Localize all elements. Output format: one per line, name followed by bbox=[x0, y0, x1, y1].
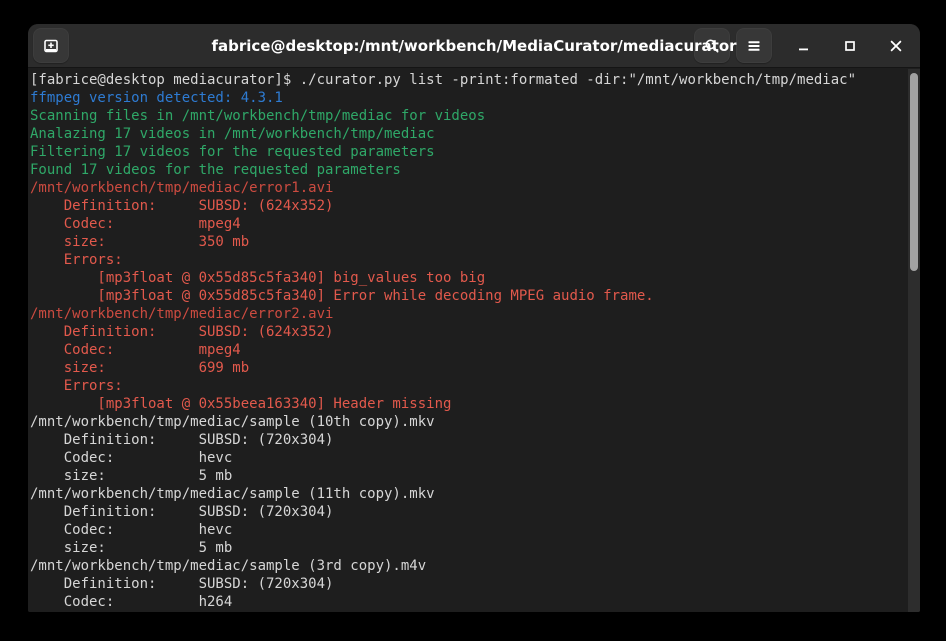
terminal-window: fabrice@desktop:/mnt/workbench/MediaCura… bbox=[28, 24, 920, 612]
terminal-line: Found 17 videos for the requested parame… bbox=[30, 161, 906, 179]
terminal-line: Definition: SUBSD: (720x304) bbox=[30, 575, 906, 593]
terminal-line: /mnt/workbench/tmp/mediac/error1.avi bbox=[30, 179, 906, 197]
terminal-line: /mnt/workbench/tmp/mediac/sample (3rd co… bbox=[30, 557, 906, 575]
terminal-line: /mnt/workbench/tmp/mediac/sample (11th c… bbox=[30, 485, 906, 503]
terminal-line: [mp3float @ 0x55d85c5fa340] big_values t… bbox=[30, 269, 906, 287]
terminal-line: [fabrice@desktop mediacurator]$ ./curato… bbox=[30, 71, 906, 89]
minimize-icon bbox=[797, 39, 811, 53]
terminal-line: Codec: hevc bbox=[30, 449, 906, 467]
terminal-line: Codec: mpeg4 bbox=[30, 215, 906, 233]
close-icon bbox=[889, 39, 903, 53]
terminal-line: Codec: mpeg4 bbox=[30, 341, 906, 359]
terminal-line: Definition: SUBSD: (720x304) bbox=[30, 503, 906, 521]
new-tab-icon bbox=[42, 37, 60, 55]
terminal-line: Definition: SUBSD: (624x352) bbox=[30, 197, 906, 215]
terminal-output[interactable]: [fabrice@desktop mediacurator]$ ./curato… bbox=[28, 69, 920, 612]
search-button[interactable] bbox=[694, 28, 730, 63]
terminal-line: Errors: bbox=[30, 251, 906, 269]
terminal-line: ffmpeg version detected: 4.3.1 bbox=[30, 89, 906, 107]
close-button[interactable] bbox=[882, 32, 910, 60]
search-icon bbox=[704, 38, 720, 54]
scrollbar[interactable] bbox=[908, 69, 920, 612]
menu-icon bbox=[747, 39, 761, 53]
terminal-line: /mnt/workbench/tmp/mediac/sample (10th c… bbox=[30, 413, 906, 431]
scrollbar-thumb[interactable] bbox=[910, 73, 918, 271]
terminal-lines: [fabrice@desktop mediacurator]$ ./curato… bbox=[30, 71, 906, 612]
titlebar: fabrice@desktop:/mnt/workbench/MediaCura… bbox=[28, 24, 920, 68]
headerbar-right bbox=[694, 28, 910, 63]
terminal-line: Definition: SUBSD: (624x352) bbox=[30, 323, 906, 341]
minimize-button[interactable] bbox=[790, 32, 818, 60]
new-tab-button[interactable] bbox=[33, 28, 69, 63]
maximize-icon bbox=[843, 39, 857, 53]
terminal-line: size: 350 mb bbox=[30, 233, 906, 251]
terminal-line: [mp3float @ 0x55beea163340] Header missi… bbox=[30, 395, 906, 413]
terminal-line: Codec: hevc bbox=[30, 521, 906, 539]
terminal-line: Definition: SUBSD: (720x304) bbox=[30, 431, 906, 449]
terminal-line: Analazing 17 videos in /mnt/workbench/tm… bbox=[30, 125, 906, 143]
terminal-line: Codec: h264 bbox=[30, 593, 906, 611]
maximize-button[interactable] bbox=[836, 32, 864, 60]
terminal-line: Scanning files in /mnt/workbench/tmp/med… bbox=[30, 107, 906, 125]
terminal-line: Errors: bbox=[30, 377, 906, 395]
terminal-line: Filtering 17 videos for the requested pa… bbox=[30, 143, 906, 161]
terminal-line: size: 699 mb bbox=[30, 359, 906, 377]
terminal-line: size: 5 mb bbox=[30, 539, 906, 557]
terminal-line: size: 5 mb bbox=[30, 467, 906, 485]
terminal-line: /mnt/workbench/tmp/mediac/error2.avi bbox=[30, 305, 906, 323]
terminal-line: [mp3float @ 0x55d85c5fa340] Error while … bbox=[30, 287, 906, 305]
menu-button[interactable] bbox=[736, 28, 772, 63]
